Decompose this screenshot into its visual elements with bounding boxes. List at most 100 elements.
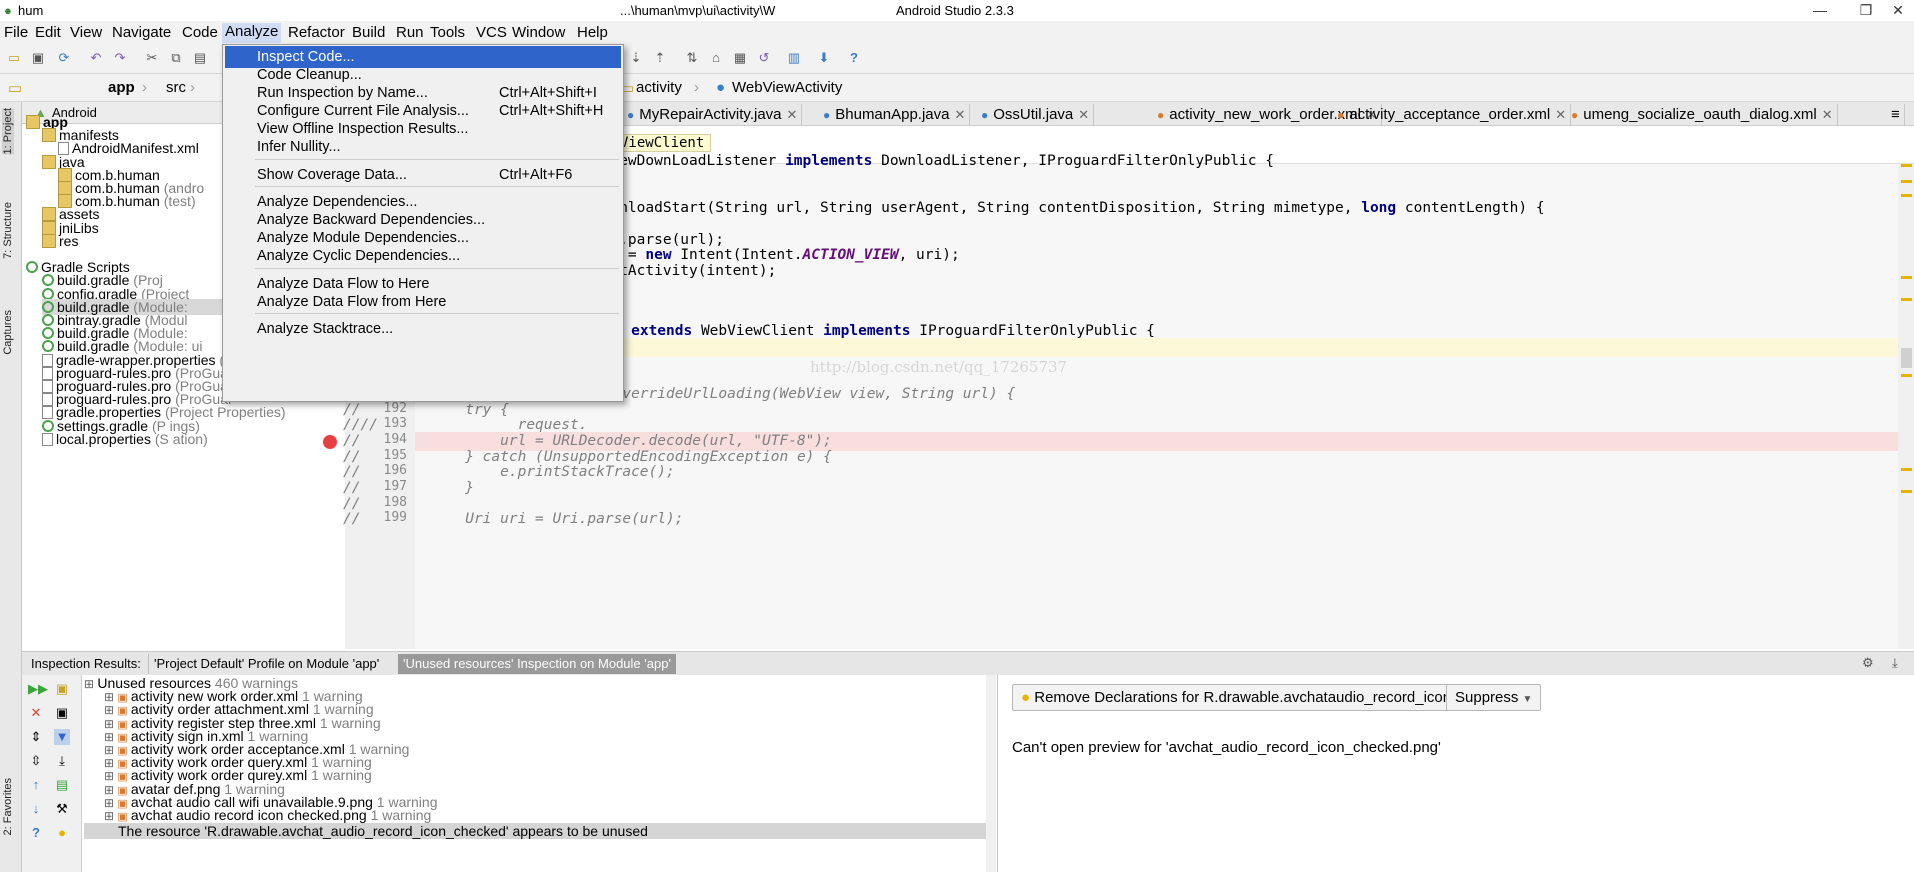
close-tab-icon[interactable]: ✕ [1555, 107, 1566, 122]
selected-problem-row[interactable]: The resource 'R.drawable.avchat_audio_re… [84, 823, 995, 839]
code-line[interactable]: // Uri uri = Uri.parse(url); [343, 510, 683, 529]
vcs-commit-icon[interactable]: ⇡ [652, 50, 668, 66]
paste-icon[interactable]: ▤ [192, 50, 208, 66]
expand-icon[interactable]: ⊞ [104, 809, 117, 823]
tab-captures[interactable]: Captures [2, 310, 14, 355]
error-stripe[interactable] [1898, 164, 1914, 649]
apply-fix-icon[interactable]: ▤ [54, 777, 70, 793]
vcs-update-icon[interactable]: ⇣ [628, 50, 644, 66]
scroll-thumb[interactable] [1901, 348, 1912, 368]
vcs-revert-icon[interactable]: ↺ [756, 50, 772, 66]
menu-item[interactable]: Show Coverage Data... Ctrl+Alt+F6 [225, 164, 621, 186]
filter-icon[interactable]: ▼ [54, 729, 70, 745]
close-tab-icon[interactable]: ✕ [955, 107, 966, 122]
editor-tab[interactable]: ● umeng_socialize_oauth_dialog.xml ✕ [1567, 104, 1838, 126]
menu-item[interactable]: Analyze Stacktrace... [225, 318, 621, 340]
menu-refactor[interactable]: Refactor [288, 24, 345, 41]
warning-mark[interactable] [1901, 180, 1912, 183]
tree-item[interactable]: local.properties (S ation) [42, 431, 208, 447]
menu-edit[interactable]: Edit [35, 24, 61, 41]
tab-project-default-profile[interactable]: 'Project Default' Profile on Module 'app… [148, 654, 384, 674]
editor-tab[interactable]: ● MyRepairActivity.java ✕ [623, 104, 803, 126]
vcs-history-icon[interactable]: ⌂ [708, 50, 724, 66]
warning-mark[interactable] [1901, 490, 1912, 493]
rerun-icon[interactable]: ▶▶ [28, 681, 48, 697]
menu-item-label: Configure Current File Analysis... [257, 103, 469, 119]
warning-mark[interactable] [1901, 194, 1912, 197]
menu-code[interactable]: Code [182, 24, 218, 41]
warning-mark[interactable] [1901, 374, 1912, 377]
vcs-compare-icon[interactable]: ⇅ [684, 50, 700, 66]
close-icon[interactable]: ✕ [28, 705, 44, 721]
code-line[interactable]: DownloadStart(String url, String userAge… [593, 199, 1545, 218]
close-tab-icon[interactable]: ✕ [1078, 107, 1089, 122]
tab-unused-resources[interactable]: 'Unused resources' Inspection on Module … [398, 654, 676, 674]
previous-icon[interactable]: ↑ [28, 777, 44, 793]
help-icon[interactable]: ? [28, 825, 44, 841]
menu-analyze[interactable]: Analyze [222, 23, 282, 43]
crumb-webviewactivity[interactable]: WebViewActivity [732, 79, 842, 96]
warning-mark[interactable] [1901, 164, 1912, 167]
help-icon[interactable]: ? [846, 50, 862, 66]
menu-file[interactable]: File [4, 24, 28, 41]
close-tab-icon[interactable]: ✕ [1822, 107, 1833, 122]
collapse-all-icon[interactable]: ⇳ [28, 753, 44, 769]
warning-mark[interactable] [1901, 468, 1912, 471]
menu-tools[interactable]: Tools [430, 24, 465, 41]
breakpoint-icon[interactable] [323, 435, 337, 449]
editor-tab[interactable]: ● BhumanApp.java ✕ [819, 104, 971, 126]
crumb-app[interactable]: app [108, 79, 135, 96]
expand-icon[interactable]: ⊞ [84, 677, 97, 691]
result-row[interactable]: ⊞ ▣ avchat audio record icon checked.png… [104, 807, 431, 823]
next-icon[interactable]: ↓ [28, 801, 44, 817]
tab-list-icon[interactable]: ≡ [1887, 104, 1905, 126]
layout-icon[interactable]: ▥ [786, 50, 802, 66]
class-crumb[interactable]: ViewClient [613, 134, 712, 152]
menu-window[interactable]: Window [512, 24, 565, 41]
crumb-src[interactable]: src [166, 79, 186, 96]
crumb-activity[interactable]: activity [636, 79, 682, 96]
hide-panel-icon[interactable]: ⤓ [1892, 655, 1898, 671]
close-tab-icon[interactable]: ✕ [787, 107, 798, 122]
save-icon[interactable]: ▣ [30, 50, 46, 66]
code-line[interactable]: // } [343, 479, 474, 498]
tab-structure[interactable]: 7: Structure [2, 202, 14, 259]
menu-vcs[interactable]: VCS [476, 24, 507, 41]
tab-project[interactable]: 1: Project [2, 108, 14, 155]
menu-run[interactable]: Run [396, 24, 424, 41]
cut-icon[interactable]: ✂ [144, 50, 160, 66]
export-icon[interactable]: ▣ [54, 681, 70, 697]
menu-item[interactable]: Analyze Cyclic Dependencies... [225, 245, 621, 267]
quickfix-bulb-icon[interactable]: ● [54, 825, 70, 841]
code-editor[interactable]: oViewDownLoadListener implements Downloa… [343, 153, 1914, 649]
close-window-button[interactable]: ✕ [1878, 0, 1914, 21]
redo-icon[interactable]: ↷ [112, 50, 128, 66]
tree-item[interactable]: res [42, 233, 78, 249]
autoscroll-icon[interactable]: ⤓ [54, 753, 70, 769]
group-icon[interactable]: ▣ [54, 705, 70, 721]
menu-item[interactable]: Analyze Data Flow from Here [225, 291, 621, 313]
vcs-annotate-icon[interactable]: ▦ [732, 50, 748, 66]
tab-favorites[interactable]: 2: Favorites [2, 778, 14, 835]
sdk-manager-icon[interactable]: ⬇ [816, 50, 832, 66]
warning-mark[interactable] [1901, 276, 1912, 279]
menu-build[interactable]: Build [352, 24, 385, 41]
copy-icon[interactable]: ⧉ [168, 50, 184, 66]
edit-settings-icon[interactable]: ⚒ [54, 801, 70, 817]
undo-icon[interactable]: ↶ [88, 50, 104, 66]
sync-icon[interactable]: ⟳ [56, 50, 72, 66]
menu-help[interactable]: Help [577, 24, 608, 41]
settings-gear-icon[interactable]: ⚙ [1862, 655, 1874, 671]
warning-mark[interactable] [1901, 298, 1912, 301]
open-folder-icon[interactable]: ▭ [6, 50, 22, 66]
menu-item[interactable]: Infer Nullity... [225, 136, 621, 158]
editor-tab[interactable]: ● OssUtil.java ✕ [977, 104, 1095, 126]
suppress-button[interactable]: Suppress ▼ [1446, 684, 1542, 711]
expand-all-icon[interactable]: ⇕ [28, 729, 44, 745]
menu-view[interactable]: View [70, 24, 102, 41]
minimize-button[interactable]: — [1800, 0, 1840, 21]
results-scrollbar[interactable] [986, 675, 996, 872]
code-line[interactable]: oViewDownLoadListener implements Downloa… [593, 152, 1274, 171]
editor-tab[interactable]: ● activity_acceptance_order.xml ✕ [1333, 104, 1572, 126]
menu-navigate[interactable]: Navigate [112, 24, 171, 41]
